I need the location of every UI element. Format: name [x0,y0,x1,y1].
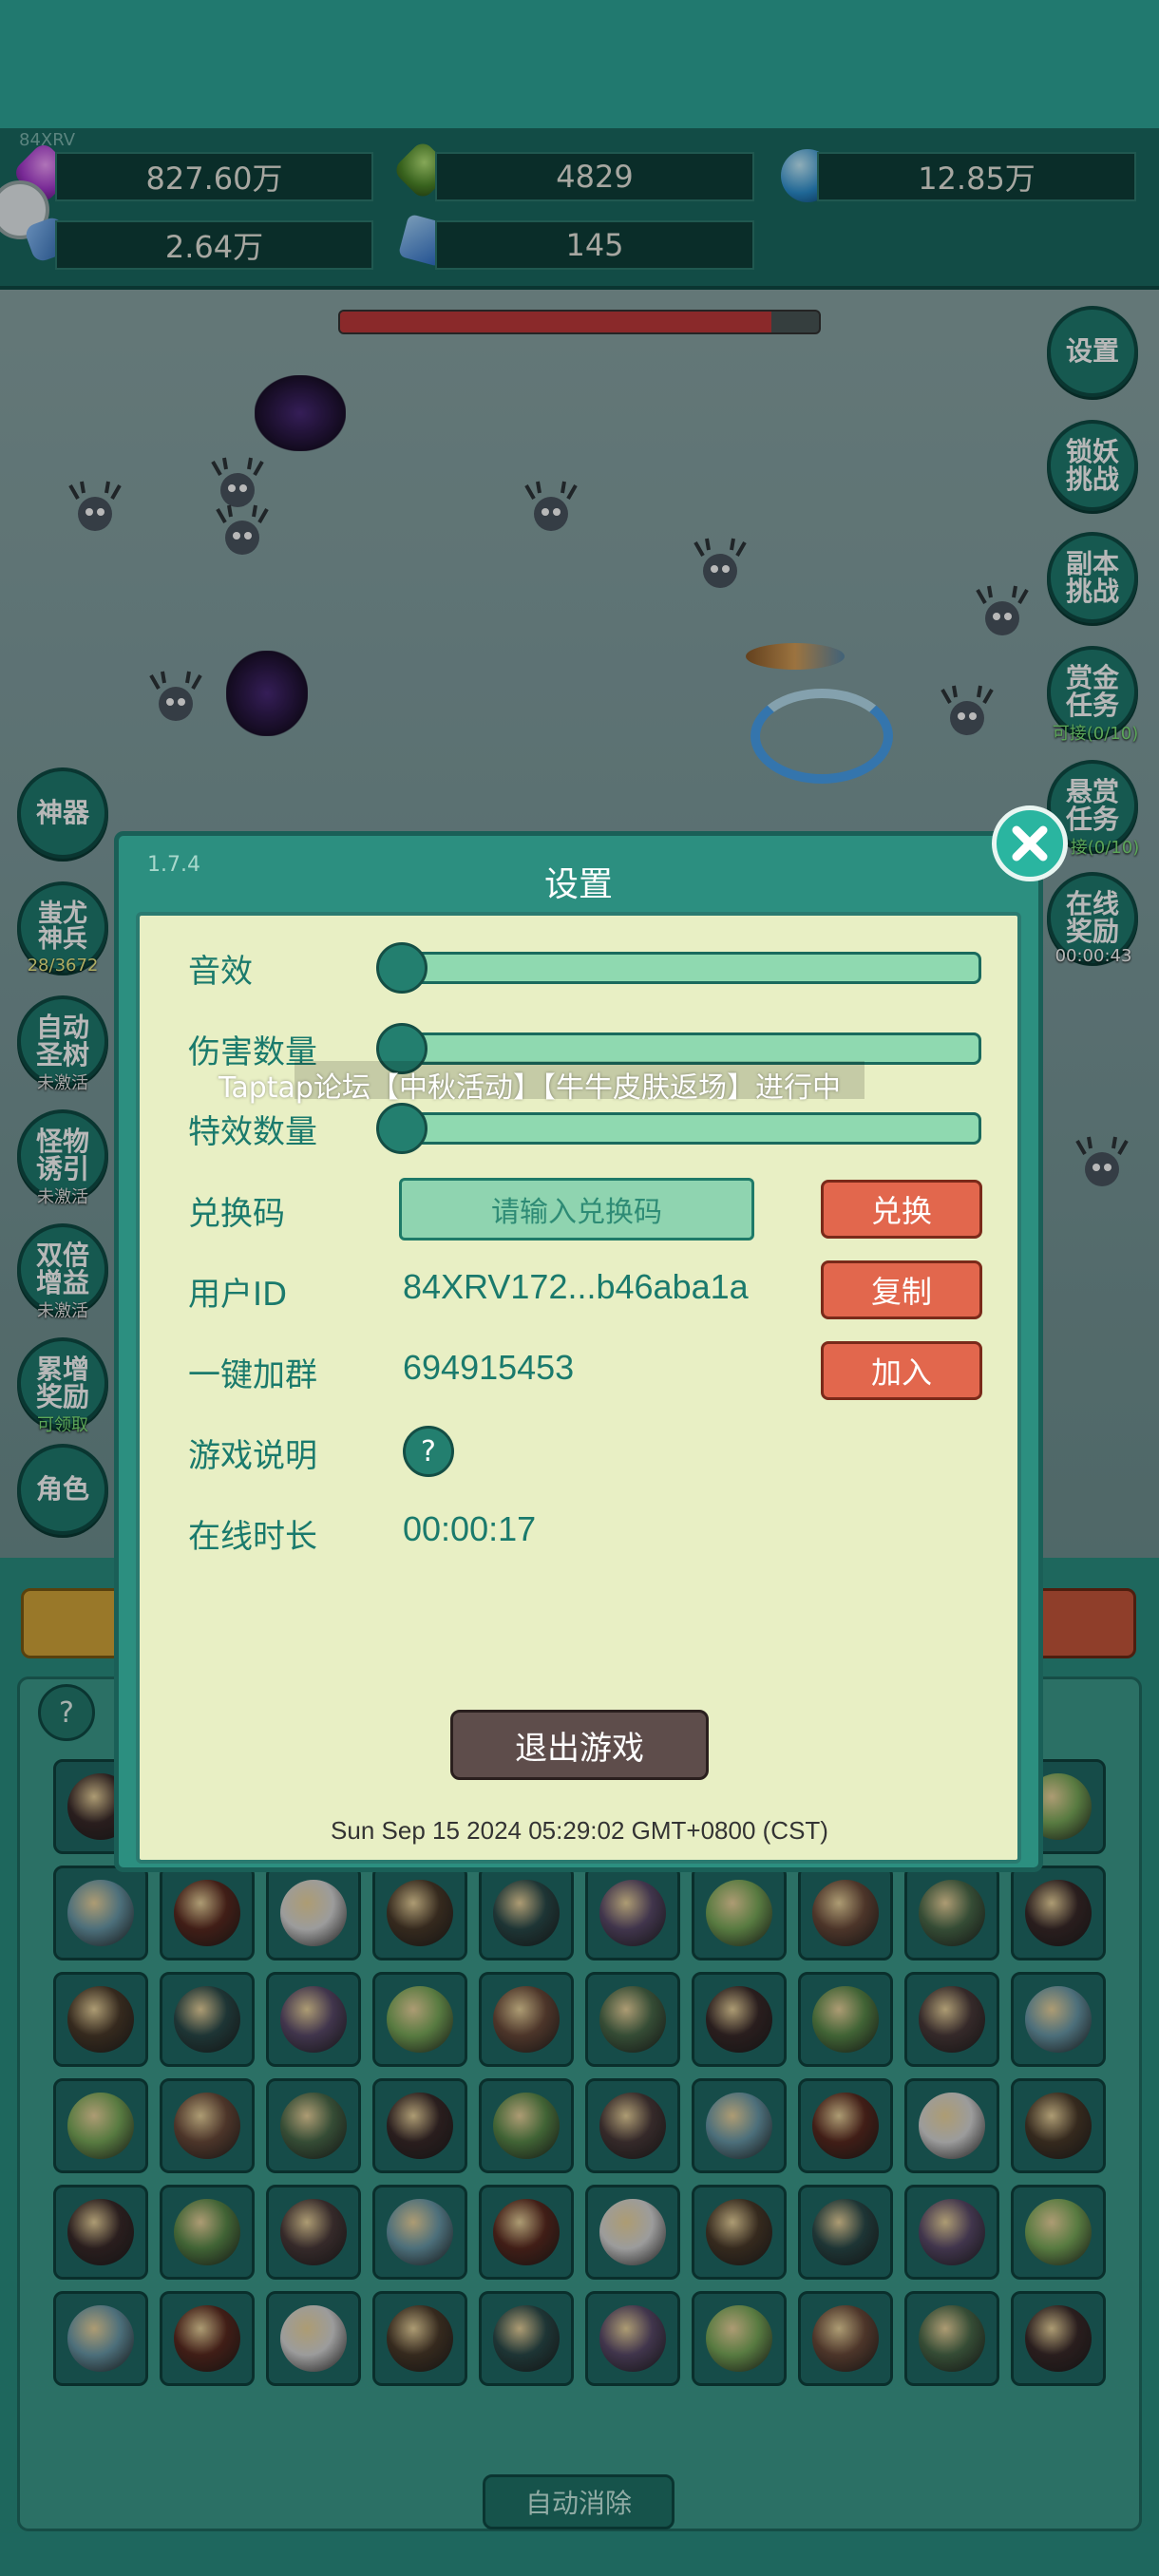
redeem-button[interactable]: 兑换 [821,1180,982,1239]
online-duration-value: 00:00:17 [403,1509,537,1548]
timestamp-text: Sun Sep 15 2024 05:29:02 GMT+0800 (CST) [331,1816,828,1845]
online-duration-label: 在线时长 [188,1518,317,1556]
dialog-title: 设置 [543,865,613,904]
help-icon[interactable]: ? [403,1426,454,1477]
redeem-code-label: 兑换码 [188,1195,285,1233]
effect-count-slider-knob[interactable] [376,1103,428,1154]
group-number-value: 694915453 [403,1348,575,1387]
join-group-label: 一键加群 [188,1356,317,1394]
sound-slider-knob[interactable] [376,942,428,994]
close-icon [1012,825,1048,862]
sound-label: 音效 [188,953,253,991]
sound-slider[interactable] [380,952,981,984]
exit-game-button[interactable]: 退出游戏 [450,1710,709,1780]
close-button[interactable] [992,805,1068,881]
user-id-value: 84XRV172...b46aba1a [403,1267,749,1306]
damage-count-slider[interactable] [380,1032,981,1065]
join-button[interactable]: 加入 [821,1341,982,1400]
copy-button[interactable]: 复制 [821,1260,982,1319]
effect-count-slider[interactable] [380,1112,981,1145]
announcement-marquee: Taptap论坛【中秋活动】【牛牛皮肤返场】进行中 [218,1071,841,1105]
game-guide-label: 游戏说明 [188,1437,317,1475]
effect-count-label: 特效数量 [188,1113,317,1151]
redeem-code-input[interactable]: 请输入兑换码 [399,1178,754,1241]
user-id-label: 用户ID [188,1276,288,1314]
